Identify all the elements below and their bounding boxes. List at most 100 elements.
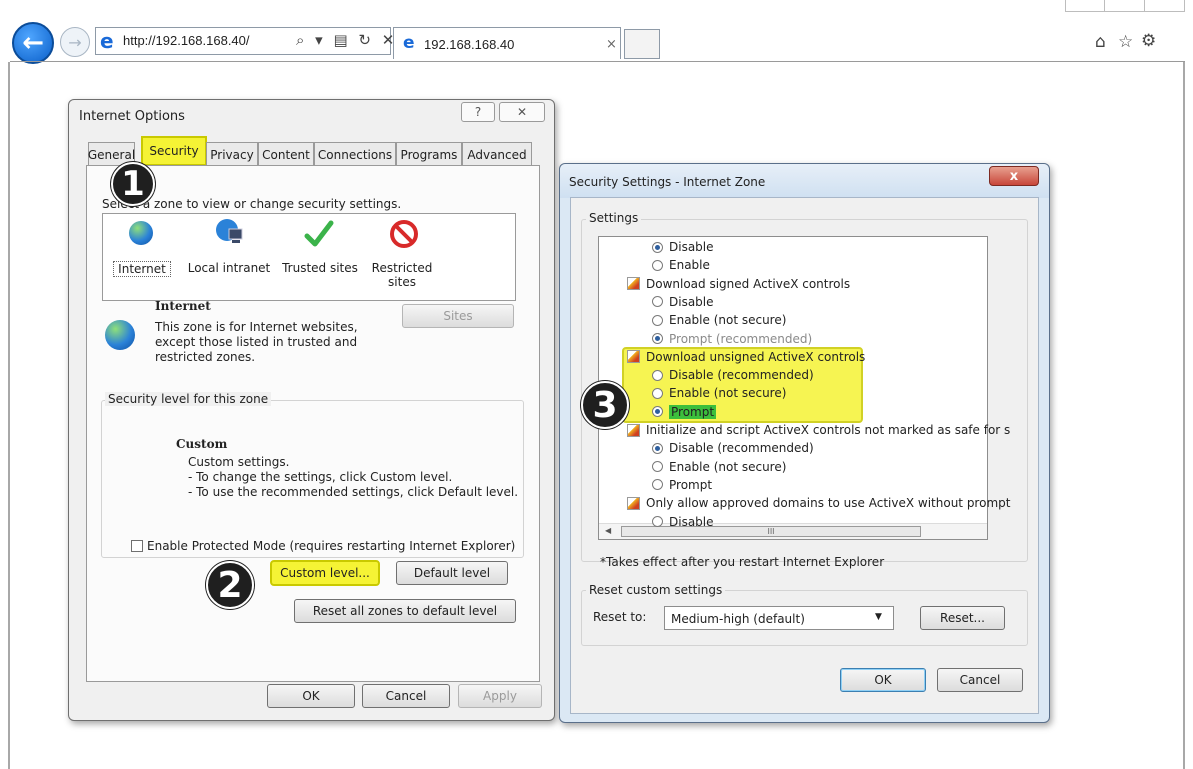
level-desc-1: Custom settings. [188,455,290,469]
setting-option[interactable]: Prompt [652,403,717,421]
reset-all-zones-button[interactable]: Reset all zones to default level [294,599,516,623]
setting-header[interactable]: Only allow approved domains to use Activ… [627,494,1010,512]
dialog-title: Internet Options [79,109,185,124]
radio-button[interactable] [652,259,663,271]
toolbar-divider [10,61,1185,62]
custom-level-button[interactable]: Custom level... [270,560,380,586]
window-controls[interactable] [1065,0,1185,12]
cancel-button[interactable]: Cancel [362,684,450,708]
setting-option[interactable]: Disable [652,238,714,256]
zone-restricted-sites[interactable]: Restricted sites [369,261,435,289]
radio-button[interactable] [652,241,663,253]
help-button[interactable]: ? [461,102,495,122]
setting-option[interactable]: Disable [652,293,714,311]
setting-option[interactable]: Disable [652,513,714,531]
radio-button[interactable] [652,369,663,381]
forward-button[interactable]: → [60,27,90,57]
home-icon[interactable]: ⌂ [1095,32,1106,52]
sites-button[interactable]: Sites [402,304,514,328]
internet-zone-globe-icon [105,320,135,350]
radio-button[interactable] [652,387,663,399]
settings-rows-overlay: Disable Enable Download signed ActiveX con… [598,236,1010,529]
new-tab-button[interactable] [624,29,660,59]
local-intranet-icon[interactable] [215,217,245,247]
default-level-button[interactable]: Default level [396,561,508,585]
level-desc-2: - To change the settings, click Custom l… [188,470,453,484]
setting-header[interactable]: Initialize and script ActiveX controls n… [627,421,1010,439]
address-url[interactable]: http://192.168.168.40/ [123,33,250,48]
zone-internet[interactable]: Internet [113,261,171,277]
radio-button[interactable] [652,406,663,418]
tab-privacy[interactable]: Privacy [206,142,258,166]
radio-button[interactable] [652,479,663,491]
radio-button[interactable] [652,461,663,473]
radio-button[interactable] [652,314,663,326]
cancel-button[interactable]: Cancel [937,668,1023,692]
setting-option[interactable]: Enable (not secure) [652,384,786,402]
zone-trusted-sites[interactable]: Trusted sites [279,261,361,275]
window-right-border [1183,62,1185,769]
setting-option[interactable]: Disable (recommended) [652,366,814,384]
back-button[interactable]: ← [12,22,54,64]
zone-local-intranet[interactable]: Local intranet [185,261,273,275]
favorites-star-icon[interactable]: ☆ [1118,32,1133,52]
checkmark-icon[interactable] [304,219,334,249]
setting-label: Prompt [669,477,713,492]
setting-option[interactable]: Enable (not secure) [652,311,786,329]
ok-button[interactable]: OK [840,668,926,692]
protected-mode-checkbox[interactable] [131,540,143,552]
setting-option[interactable]: Disable (recommended) [652,439,814,457]
gear-icon[interactable]: ⚙ [1141,31,1156,51]
setting-option[interactable]: Enable (not secure) [652,458,786,476]
level-name: Custom [176,437,228,451]
protected-mode-label[interactable]: Enable Protected Mode (requires restarti… [147,539,515,553]
address-bar-icons[interactable]: ⌕ ▾ ▤ ↻ ✕ [296,31,397,49]
setting-label: Download unsigned ActiveX controls [646,349,866,364]
restricted-icon[interactable] [389,219,419,249]
tab-advanced[interactable]: Advanced [462,142,532,166]
restart-note: *Takes effect after you restart Internet… [600,555,885,569]
zone-heading: Internet [155,299,211,313]
apply-button[interactable]: Apply [458,684,542,708]
radio-button[interactable] [652,516,663,527]
window-left-border [8,62,10,769]
tab-close-icon[interactable]: × [606,37,617,52]
close-button[interactable]: x [989,166,1039,186]
zone-desc-line-3: restricted zones. [155,350,256,364]
radio-button[interactable] [652,333,663,344]
setting-header[interactable]: Download unsigned ActiveX controls [627,348,865,366]
setting-label: Enable (not secure) [669,313,787,328]
activex-setting-icon [627,496,640,510]
setting-header[interactable]: Download signed ActiveX controls [627,275,850,293]
zone-list: Internet Local intranet Trusted sites Re… [102,213,516,301]
tab-title[interactable]: 192.168.168.40 [424,37,514,52]
step-badge-1: 1 [111,162,155,206]
tab-content[interactable]: Content [258,142,314,166]
radio-button[interactable] [652,296,663,308]
scroll-left-icon[interactable]: ◀ [605,526,611,535]
setting-label: Disable (recommended) [669,441,814,456]
close-button[interactable]: ✕ [499,102,545,122]
ie-logo-icon: e [100,29,114,53]
activex-setting-icon [627,350,640,364]
setting-option[interactable]: Prompt (recommended) [652,330,812,348]
reset-to-select[interactable]: Medium-high (default) ▼ [664,606,894,630]
reset-button[interactable]: Reset... [920,606,1005,630]
security-settings-dialog: Security Settings - Internet Zone x Sett… [559,163,1050,723]
forward-arrow-icon: → [68,32,82,52]
setting-option[interactable]: Enable [652,256,710,274]
ok-button[interactable]: OK [267,684,355,708]
zone-desc-line-2: except those listed in trusted and [155,335,358,349]
internet-globe-icon[interactable] [129,221,153,245]
setting-option[interactable]: Prompt [652,476,712,494]
dialog-title: Security Settings - Internet Zone [569,175,766,189]
tab-connections[interactable]: Connections [314,142,396,166]
settings-group-label: Settings [586,211,642,225]
tab-programs[interactable]: Programs [396,142,462,166]
zone-desc-line-1: This zone is for Internet websites, [155,320,358,334]
setting-label: Disable [669,240,714,254]
radio-button[interactable] [652,442,663,454]
tab-security[interactable]: Security [141,136,207,166]
setting-label: Prompt (recommended) [669,331,813,346]
reset-group-label: Reset custom settings [586,583,726,597]
